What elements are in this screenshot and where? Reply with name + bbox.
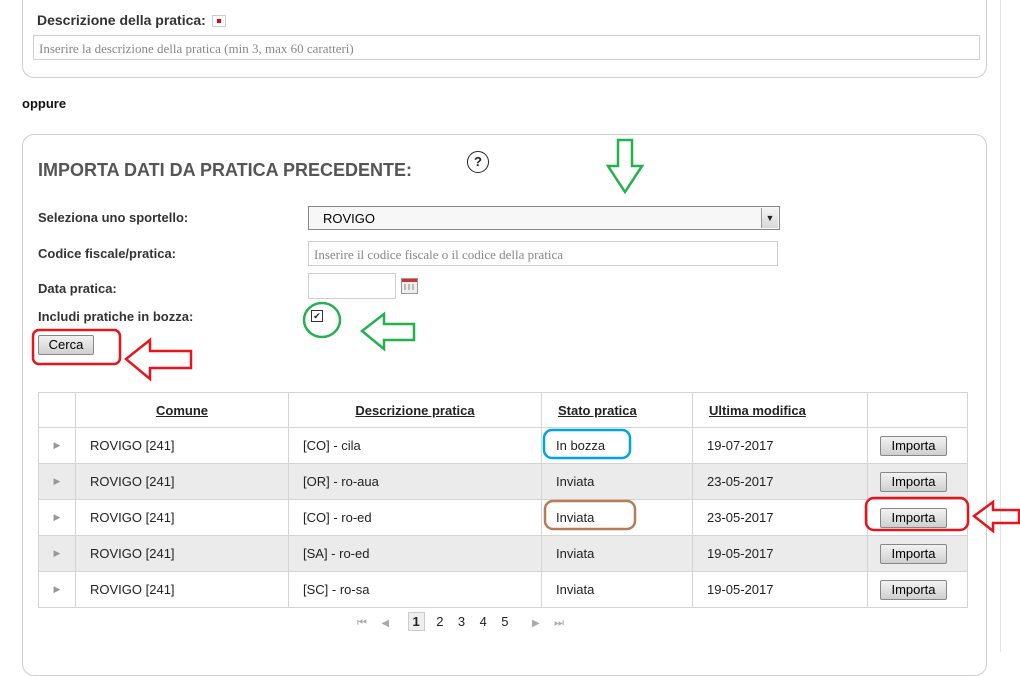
cell-modifica: 19-05-2017 xyxy=(692,571,868,608)
expand-arrow-icon[interactable]: ▶ xyxy=(38,499,76,536)
cell-descrizione: [SC] - ro-sa xyxy=(288,571,542,608)
table-row: ▶ ROVIGO [241] [OR] - ro-aua Inviata 23-… xyxy=(38,463,968,500)
codice-label: Codice fiscale/pratica: xyxy=(38,246,176,261)
cell-modifica: 23-05-2017 xyxy=(692,463,868,500)
header-stato[interactable]: Stato pratica xyxy=(541,392,693,428)
table-row: ▶ ROVIGO [241] [SA] - ro-ed Inviata 19-0… xyxy=(38,535,968,572)
page-5[interactable]: 5 xyxy=(501,614,508,629)
header-modifica[interactable]: Ultima modifica xyxy=(692,392,868,428)
cell-stato: Inviata xyxy=(541,535,693,572)
import-button[interactable]: Importa xyxy=(880,507,947,528)
cell-descrizione: [CO] - cila xyxy=(288,427,542,464)
pagination: ⏮ ◀ 1 2 3 4 5 ▶ ⏭ xyxy=(352,612,672,631)
cell-comune: ROVIGO [241] xyxy=(75,463,289,500)
separator-text: oppure xyxy=(22,96,67,111)
table-row: ▶ ROVIGO [241] [CO] - ro-ed Inviata 23-0… xyxy=(38,499,968,536)
expand-arrow-icon[interactable]: ▶ xyxy=(38,463,76,500)
header-descrizione[interactable]: Descrizione pratica xyxy=(288,392,542,428)
header-expand xyxy=(38,392,76,428)
cell-stato: Inviata xyxy=(541,571,693,608)
expand-arrow-icon[interactable]: ▶ xyxy=(38,535,76,572)
cell-action: Importa xyxy=(867,463,968,500)
cell-descrizione: [SA] - ro-ed xyxy=(288,535,542,572)
cell-comune: ROVIGO [241] xyxy=(75,499,289,536)
cell-action: Importa xyxy=(867,535,968,572)
description-label: Descrizione della pratica: xyxy=(37,12,226,28)
page-3[interactable]: 3 xyxy=(458,614,465,629)
data-label: Data pratica: xyxy=(38,281,117,296)
chevron-down-icon[interactable]: ▼ xyxy=(761,208,778,228)
results-table: Comune Descrizione pratica Stato pratica… xyxy=(38,392,968,608)
import-button[interactable]: Importa xyxy=(880,543,947,564)
cell-comune: ROVIGO [241] xyxy=(75,571,289,608)
cell-descrizione: [CO] - ro-ed xyxy=(288,499,542,536)
cell-stato: In bozza xyxy=(541,427,693,464)
bozza-checkbox[interactable]: ✔ xyxy=(311,310,323,322)
bozza-label: Includi pratiche in bozza: xyxy=(38,309,194,324)
data-input[interactable] xyxy=(308,273,396,299)
header-action xyxy=(867,392,968,428)
cell-comune: ROVIGO [241] xyxy=(75,535,289,572)
import-button[interactable]: Importa xyxy=(880,435,947,456)
cell-modifica: 19-07-2017 xyxy=(692,427,868,464)
import-button[interactable]: Importa xyxy=(880,471,947,492)
prev-page-icon[interactable]: ◀ xyxy=(381,618,389,629)
cell-descrizione: [OR] - ro-aua xyxy=(288,463,542,500)
sportello-select[interactable]: ROVIGO ▼ xyxy=(308,206,780,230)
required-icon xyxy=(211,15,226,28)
cell-stato: Inviata xyxy=(541,463,693,500)
codice-input[interactable]: Inserire il codice fiscale o il codice d… xyxy=(308,241,778,266)
expand-arrow-icon[interactable]: ▶ xyxy=(38,571,76,608)
next-page-icon[interactable]: ▶ xyxy=(532,618,540,629)
cell-action: Importa xyxy=(867,499,968,536)
last-page-icon[interactable]: ⏭ xyxy=(554,617,564,630)
cell-stato: Inviata xyxy=(541,499,693,536)
page-4[interactable]: 4 xyxy=(480,614,487,629)
cell-action: Importa xyxy=(867,427,968,464)
header-comune[interactable]: Comune xyxy=(75,392,289,428)
page-2[interactable]: 2 xyxy=(436,614,443,629)
search-button[interactable]: Cerca xyxy=(38,335,94,355)
first-page-icon[interactable]: ⏮ xyxy=(357,617,367,630)
page-1[interactable]: 1 xyxy=(407,612,425,631)
table-header-row: Comune Descrizione pratica Stato pratica… xyxy=(38,392,968,428)
import-title: IMPORTA DATI DA PRATICA PRECEDENTE: xyxy=(38,160,412,180)
help-icon[interactable]: ? xyxy=(467,151,489,173)
description-input[interactable]: Inserire la descrizione della pratica (m… xyxy=(33,35,980,60)
import-button[interactable]: Importa xyxy=(880,579,947,600)
calendar-icon[interactable] xyxy=(401,278,418,294)
cell-comune: ROVIGO [241] xyxy=(75,427,289,464)
cell-modifica: 19-05-2017 xyxy=(692,535,868,572)
sportello-label: Seleziona uno sportello: xyxy=(38,210,189,225)
cell-modifica: 23-05-2017 xyxy=(692,499,868,536)
table-row: ▶ ROVIGO [241] [CO] - cila In bozza 19-0… xyxy=(38,427,968,464)
table-row: ▶ ROVIGO [241] [SC] - ro-sa Inviata 19-0… xyxy=(38,571,968,608)
expand-arrow-icon[interactable]: ▶ xyxy=(38,427,76,464)
cell-action: Importa xyxy=(867,571,968,608)
content-border-line xyxy=(1000,0,1001,652)
